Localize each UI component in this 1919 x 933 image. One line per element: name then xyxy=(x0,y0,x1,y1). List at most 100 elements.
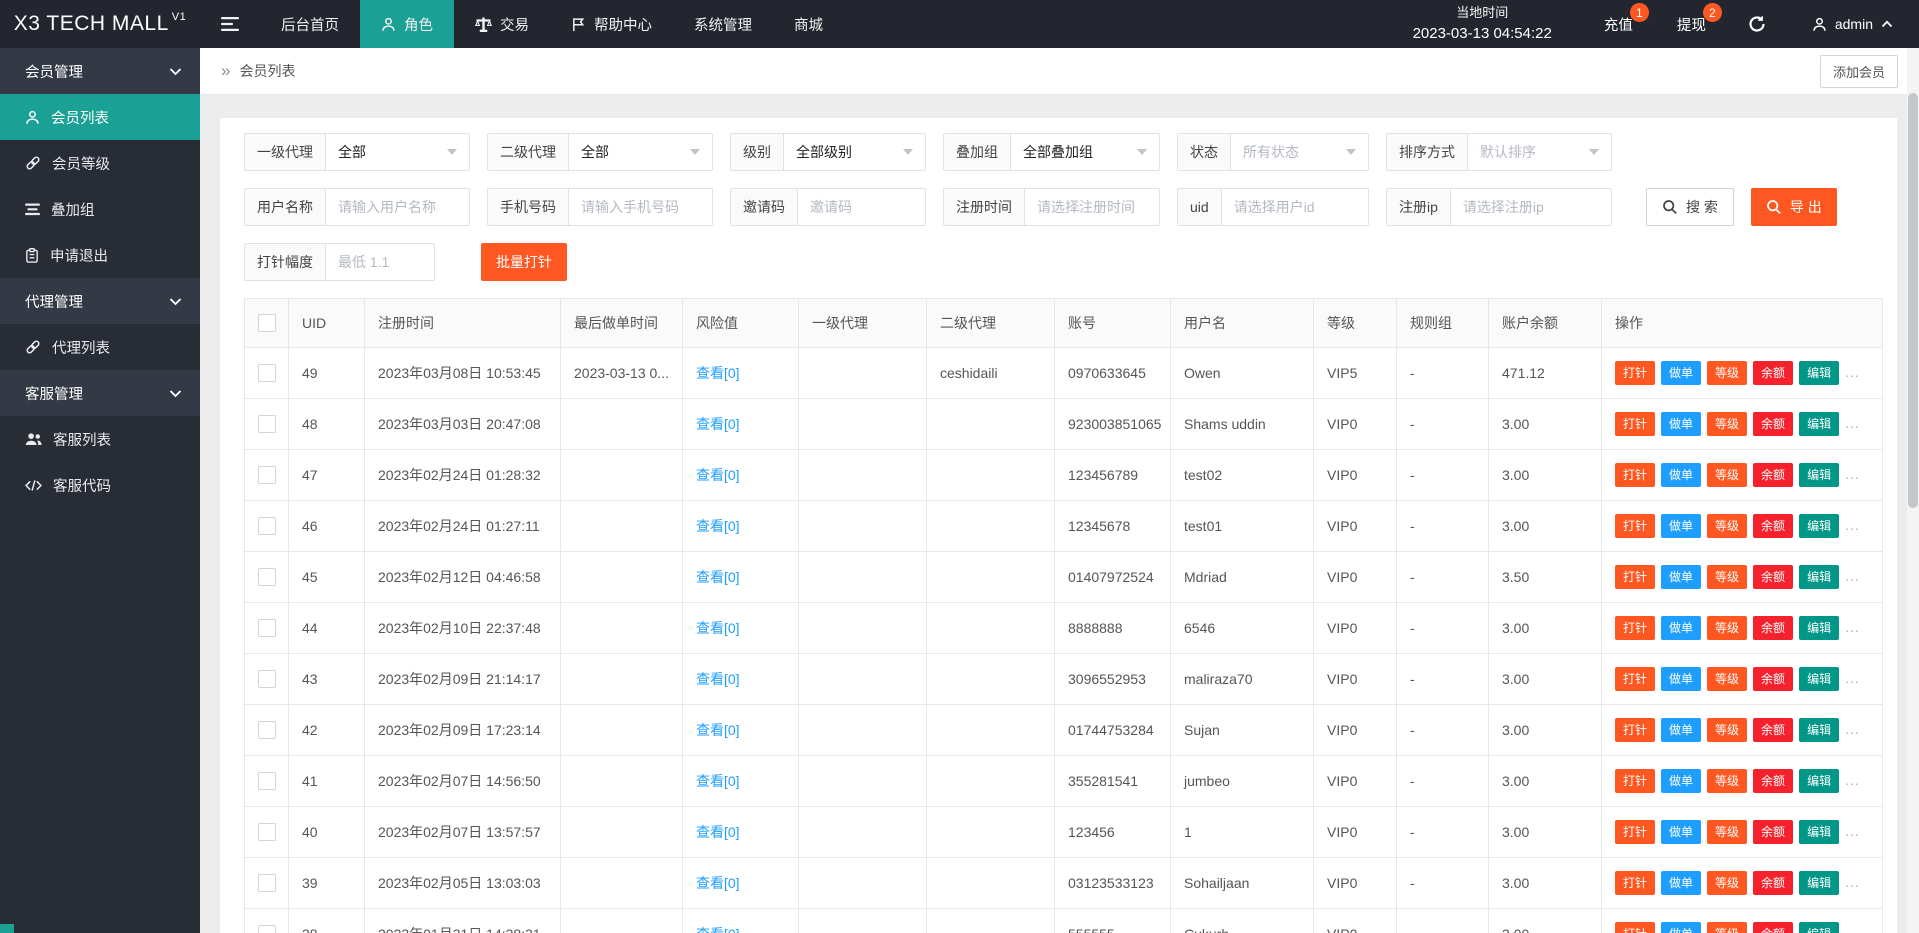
edit-action-button[interactable]: 编辑 xyxy=(1799,463,1840,487)
more-actions-button[interactable]: ... xyxy=(1845,466,1860,482)
more-actions-button[interactable]: ... xyxy=(1845,874,1860,890)
view-risk-link[interactable]: 查看[0] xyxy=(696,620,740,636)
row-checkbox[interactable] xyxy=(258,721,276,739)
inject-action-button[interactable]: 打针 xyxy=(1615,463,1656,487)
sidebar-item-service-code[interactable]: 客服代码 xyxy=(0,462,200,508)
edit-action-button[interactable]: 编辑 xyxy=(1799,718,1840,742)
inject-action-button[interactable]: 打针 xyxy=(1615,769,1656,793)
level-action-button[interactable]: 等级 xyxy=(1707,565,1748,589)
level-action-button[interactable]: 等级 xyxy=(1707,820,1748,844)
order-action-button[interactable]: 做单 xyxy=(1661,922,1702,933)
balance-action-button[interactable]: 余额 xyxy=(1753,412,1794,436)
inject-action-button[interactable]: 打针 xyxy=(1615,820,1656,844)
sidebar-item-stack-group[interactable]: 叠加组 xyxy=(0,186,200,232)
edit-action-button[interactable]: 编辑 xyxy=(1799,514,1840,538)
more-actions-button[interactable]: ... xyxy=(1845,568,1860,584)
order-action-button[interactable]: 做单 xyxy=(1661,769,1702,793)
select-all-checkbox[interactable] xyxy=(258,314,276,332)
balance-action-button[interactable]: 余额 xyxy=(1753,565,1794,589)
batch-inject-button[interactable]: 批量打针 xyxy=(481,243,567,281)
view-risk-link[interactable]: 查看[0] xyxy=(696,416,740,432)
nav-item-mall[interactable]: 商城 xyxy=(773,0,844,48)
reg-time-input[interactable] xyxy=(1025,189,1159,225)
sidebar-item-exit-request[interactable]: 申请退出 xyxy=(0,232,200,278)
row-checkbox[interactable] xyxy=(258,364,276,382)
more-actions-button[interactable]: ... xyxy=(1845,619,1860,635)
search-button[interactable]: 搜 索 xyxy=(1646,188,1734,226)
filter-select-status-value[interactable]: 所有状态 xyxy=(1231,134,1368,170)
more-actions-button[interactable]: ... xyxy=(1845,772,1860,788)
order-action-button[interactable]: 做单 xyxy=(1661,718,1702,742)
edit-action-button[interactable]: 编辑 xyxy=(1799,871,1840,895)
edit-action-button[interactable]: 编辑 xyxy=(1799,565,1840,589)
sidebar-item-service-management[interactable]: 客服管理 xyxy=(0,370,200,416)
sidebar-item-agent-list[interactable]: 代理列表 xyxy=(0,324,200,370)
add-member-button[interactable]: 添加会员 xyxy=(1819,54,1898,88)
nav-item-trade[interactable]: 交易 xyxy=(454,0,550,48)
sidebar-item-member-level[interactable]: 会员等级 xyxy=(0,140,200,186)
sidebar-item-service-list[interactable]: 客服列表 xyxy=(0,416,200,462)
inject-action-button[interactable]: 打针 xyxy=(1615,718,1656,742)
nav-item-help-center[interactable]: 帮助中心 xyxy=(550,0,673,48)
row-checkbox[interactable] xyxy=(258,619,276,637)
more-actions-button[interactable]: ... xyxy=(1845,925,1860,933)
view-risk-link[interactable]: 查看[0] xyxy=(696,773,740,789)
inject-action-button[interactable]: 打针 xyxy=(1615,565,1656,589)
level-action-button[interactable]: 等级 xyxy=(1707,616,1748,640)
row-checkbox[interactable] xyxy=(258,466,276,484)
edit-action-button[interactable]: 编辑 xyxy=(1799,616,1840,640)
order-action-button[interactable]: 做单 xyxy=(1661,667,1702,691)
order-action-button[interactable]: 做单 xyxy=(1661,616,1702,640)
balance-action-button[interactable]: 余额 xyxy=(1753,769,1794,793)
level-action-button[interactable]: 等级 xyxy=(1707,463,1748,487)
balance-action-button[interactable]: 余额 xyxy=(1753,667,1794,691)
row-checkbox[interactable] xyxy=(258,823,276,841)
more-actions-button[interactable]: ... xyxy=(1845,670,1860,686)
view-risk-link[interactable]: 查看[0] xyxy=(696,365,740,381)
row-checkbox[interactable] xyxy=(258,517,276,535)
filter-select-agent1-value[interactable]: 全部 xyxy=(326,134,469,170)
edit-action-button[interactable]: 编辑 xyxy=(1799,361,1840,385)
level-action-button[interactable]: 等级 xyxy=(1707,514,1748,538)
balance-action-button[interactable]: 余额 xyxy=(1753,361,1794,385)
balance-action-button[interactable]: 余额 xyxy=(1753,718,1794,742)
view-risk-link[interactable]: 查看[0] xyxy=(696,569,740,585)
inject-action-button[interactable]: 打针 xyxy=(1615,871,1656,895)
order-action-button[interactable]: 做单 xyxy=(1661,361,1702,385)
nav-item-roles[interactable]: 角色 xyxy=(360,0,454,48)
edit-action-button[interactable]: 编辑 xyxy=(1799,412,1840,436)
balance-action-button[interactable]: 余额 xyxy=(1753,820,1794,844)
order-action-button[interactable]: 做单 xyxy=(1661,820,1702,844)
level-action-button[interactable]: 等级 xyxy=(1707,412,1748,436)
edit-action-button[interactable]: 编辑 xyxy=(1799,769,1840,793)
user-menu[interactable]: admin xyxy=(1786,0,1919,48)
filter-select-level-value[interactable]: 全部级别 xyxy=(784,134,925,170)
balance-action-button[interactable]: 余额 xyxy=(1753,871,1794,895)
row-checkbox[interactable] xyxy=(258,670,276,688)
nav-item-system[interactable]: 系统管理 xyxy=(673,0,773,48)
more-actions-button[interactable]: ... xyxy=(1845,415,1860,431)
inject-action-button[interactable]: 打针 xyxy=(1615,667,1656,691)
balance-action-button[interactable]: 余额 xyxy=(1753,922,1794,933)
view-risk-link[interactable]: 查看[0] xyxy=(696,671,740,687)
level-action-button[interactable]: 等级 xyxy=(1707,667,1748,691)
reg-ip-input[interactable] xyxy=(1450,189,1611,225)
inject-action-button[interactable]: 打针 xyxy=(1615,922,1656,933)
view-risk-link[interactable]: 查看[0] xyxy=(696,518,740,534)
view-risk-link[interactable]: 查看[0] xyxy=(696,926,740,933)
level-action-button[interactable]: 等级 xyxy=(1707,922,1748,933)
withdraw-button[interactable]: 提现 2 xyxy=(1655,0,1728,48)
refresh-button[interactable] xyxy=(1728,0,1786,48)
view-risk-link[interactable]: 查看[0] xyxy=(696,824,740,840)
sidebar-item-member-management[interactable]: 会员管理 xyxy=(0,48,200,94)
level-action-button[interactable]: 等级 xyxy=(1707,718,1748,742)
inject-action-button[interactable]: 打针 xyxy=(1615,412,1656,436)
uid-input[interactable] xyxy=(1221,189,1368,225)
level-action-button[interactable]: 等级 xyxy=(1707,769,1748,793)
balance-action-button[interactable]: 余额 xyxy=(1753,616,1794,640)
recharge-button[interactable]: 充值 1 xyxy=(1582,0,1655,48)
more-actions-button[interactable]: ... xyxy=(1845,364,1860,380)
filter-select-sort-value[interactable]: 默认排序 xyxy=(1468,134,1611,170)
invite-code-input[interactable] xyxy=(798,189,925,225)
view-risk-link[interactable]: 查看[0] xyxy=(696,875,740,891)
